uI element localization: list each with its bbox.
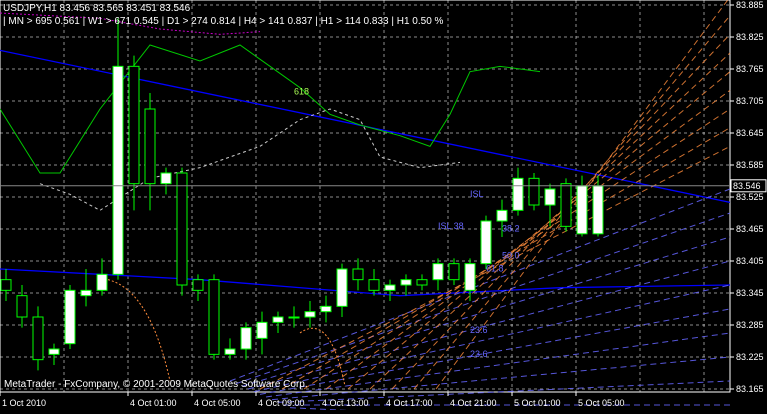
candle-bear[interactable] xyxy=(192,279,204,291)
current-price-label: 83.546 xyxy=(733,181,761,191)
candle-bull[interactable] xyxy=(320,305,332,313)
x-tick-label: 1 Oct 2010 xyxy=(2,398,46,408)
candle-bear[interactable] xyxy=(448,263,460,281)
chart-annotation: ISL xyxy=(470,189,484,199)
x-tick-label: 5 Oct 01:00 xyxy=(514,398,561,408)
copyright-text: MetaTrader - FxCompany, © 2001-2009 Meta… xyxy=(4,379,308,390)
candle-bull[interactable] xyxy=(96,273,108,291)
mtf-strength-line: | MN > 695 0.561 | W1 > 671 0.545 | D1 >… xyxy=(3,16,444,27)
y-tick-label: 83.465 xyxy=(736,224,764,234)
candle-bear[interactable] xyxy=(128,65,140,185)
candle-bull[interactable] xyxy=(160,172,172,185)
price-chart[interactable]: 618 ISL ISL 38 61.8 50.0 38.2 23.6 23.6 83.885 8… xyxy=(0,0,767,414)
chart-window[interactable]: 618 ISL ISL 38 61.8 50.0 38.2 23.6 23.6 83.885 8… xyxy=(0,0,767,414)
y-tick-label: 83.225 xyxy=(736,352,764,362)
candle-bull[interactable] xyxy=(304,311,316,318)
x-tick-label: 4 Oct 01:00 xyxy=(130,398,177,408)
candle-bull[interactable] xyxy=(272,316,284,323)
chart-annotation: 38.2 xyxy=(502,224,520,234)
x-tick-label: 4 Oct 17:00 xyxy=(386,398,433,408)
candle-bear[interactable] xyxy=(32,316,44,361)
y-tick-label: 83.525 xyxy=(736,192,764,202)
candle-bull[interactable] xyxy=(512,177,524,211)
candle-bull[interactable] xyxy=(464,263,476,291)
y-tick-label: 83.705 xyxy=(736,96,764,106)
candle-bear[interactable] xyxy=(16,295,28,318)
y-tick-label: 83.285 xyxy=(736,320,764,330)
candle-bull[interactable] xyxy=(400,279,412,286)
x-tick-label: 4 Oct 21:00 xyxy=(450,398,497,408)
x-tick-label: 4 Oct 13:00 xyxy=(322,398,369,408)
candle-bear[interactable] xyxy=(144,108,156,185)
candle-bear[interactable] xyxy=(176,172,188,286)
candle-bull[interactable] xyxy=(64,289,76,345)
x-tick-label: 5 Oct 05:00 xyxy=(578,398,625,408)
y-tick-label: 83.645 xyxy=(736,128,764,138)
y-tick-label: 83.765 xyxy=(736,64,764,74)
y-tick-label: 83.825 xyxy=(736,32,764,42)
chart-annotation: 23.6 xyxy=(470,325,488,335)
candle-bull[interactable] xyxy=(288,316,300,319)
candle-bear[interactable] xyxy=(0,279,12,291)
y-tick-label: 83.585 xyxy=(736,160,764,170)
candle-bull[interactable] xyxy=(112,65,124,275)
chart-annotation: 50.0 xyxy=(502,250,520,260)
candle-bull[interactable] xyxy=(592,185,604,235)
y-tick-label: 83.345 xyxy=(736,288,764,298)
y-tick-label: 83.165 xyxy=(736,384,764,394)
candle-bull[interactable] xyxy=(384,284,396,291)
chart-annotation: 618 xyxy=(294,87,309,97)
candle-bull[interactable] xyxy=(336,268,348,307)
chart-annotation: ISL 38 xyxy=(438,221,464,231)
candle-bull[interactable] xyxy=(80,289,92,297)
candle-bull[interactable] xyxy=(480,220,492,265)
candle-bear[interactable] xyxy=(416,279,428,286)
candle-bull[interactable] xyxy=(224,348,236,355)
y-tick-label: 83.885 xyxy=(736,0,764,10)
chart-annotation: 23.6 xyxy=(470,349,488,359)
candle-bull[interactable] xyxy=(576,185,588,235)
candle-bull[interactable] xyxy=(240,327,252,350)
symbol-info: USDJPY,H1 83.456 83.565 83.451 83.546 xyxy=(3,3,191,14)
chart-annotation: 61.8 xyxy=(486,264,504,274)
candle-bear[interactable] xyxy=(368,279,380,291)
y-tick-label: 83.405 xyxy=(736,256,764,266)
candle-bull[interactable] xyxy=(256,321,268,339)
x-tick-label: 4 Oct 05:00 xyxy=(194,398,241,408)
candle-bear[interactable] xyxy=(528,177,540,206)
candle-bull[interactable] xyxy=(48,348,60,355)
candle-bull[interactable] xyxy=(496,209,508,222)
candle-bear[interactable] xyxy=(208,279,220,355)
candle-bull[interactable] xyxy=(432,263,444,281)
candle-bull[interactable] xyxy=(544,188,556,206)
x-tick-label: 4 Oct 09:00 xyxy=(258,398,305,408)
candle-bear[interactable] xyxy=(352,268,364,281)
candle-bear[interactable] xyxy=(560,183,572,227)
